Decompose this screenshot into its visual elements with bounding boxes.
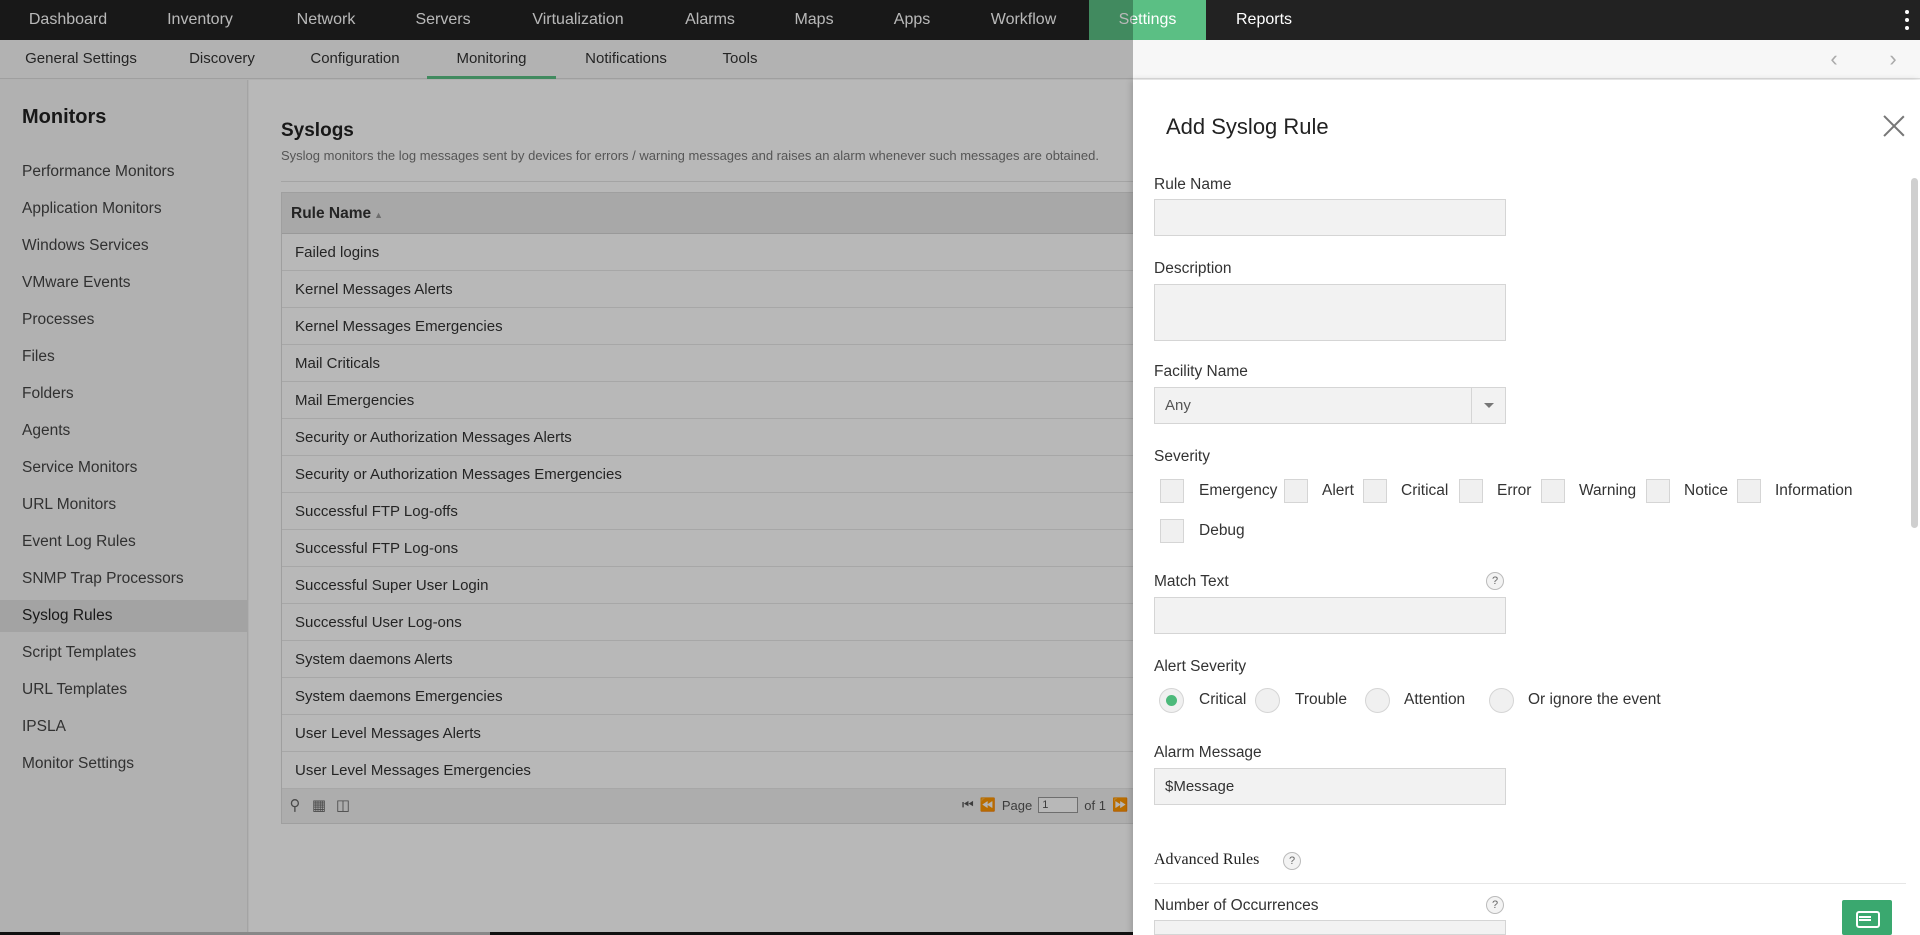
alert-severity-label: Alert Severity <box>1154 658 1247 675</box>
severity-emergency-label: Emergency <box>1199 482 1278 499</box>
facility-name-label: Facility Name <box>1154 363 1248 380</box>
alert-critical-label: Critical <box>1199 691 1247 708</box>
more-options-icon[interactable] <box>1904 10 1910 30</box>
severity-warning-checkbox[interactable] <box>1541 479 1565 503</box>
alert-attention-label: Attention <box>1404 691 1466 708</box>
modal-backdrop[interactable] <box>0 80 1133 935</box>
alarm-message-input[interactable]: $Message <box>1154 768 1506 805</box>
severity-information-label: Information <box>1775 482 1853 499</box>
severity-label: Severity <box>1154 448 1210 465</box>
severity-information-checkbox[interactable] <box>1737 479 1761 503</box>
severity-error-label: Error <box>1497 482 1532 499</box>
facility-name-value: Any <box>1165 397 1191 414</box>
rule-name-input[interactable] <box>1154 199 1506 236</box>
severity-debug-label: Debug <box>1199 522 1245 539</box>
severity-debug-checkbox[interactable] <box>1160 519 1184 543</box>
chevron-down-icon[interactable] <box>1471 388 1505 423</box>
severity-alert-label: Alert <box>1322 482 1354 499</box>
add-syslog-rule-panel: Add Syslog Rule Rule Name Description Fa… <box>1133 80 1920 935</box>
modal-backdrop-nav <box>0 0 1133 80</box>
alert-attention-radio[interactable] <box>1365 688 1390 713</box>
alert-ignore-radio[interactable] <box>1489 688 1514 713</box>
severity-critical-checkbox[interactable] <box>1363 479 1387 503</box>
severity-warning-label: Warning <box>1579 482 1637 499</box>
alert-critical-radio[interactable] <box>1159 688 1184 713</box>
rule-name-label: Rule Name <box>1154 176 1232 193</box>
alert-trouble-label: Trouble <box>1295 691 1347 708</box>
close-icon[interactable] <box>1882 114 1906 138</box>
alert-trouble-radio[interactable] <box>1255 688 1280 713</box>
severity-critical-label: Critical <box>1401 482 1449 499</box>
severity-emergency-checkbox[interactable] <box>1160 479 1184 503</box>
help-icon[interactable]: ? <box>1486 572 1504 590</box>
severity-notice-checkbox[interactable] <box>1646 479 1670 503</box>
facility-name-select[interactable]: Any <box>1154 387 1506 424</box>
severity-alert-checkbox[interactable] <box>1284 479 1308 503</box>
severity-error-checkbox[interactable] <box>1459 479 1483 503</box>
description-label: Description <box>1154 260 1232 277</box>
alarm-message-label: Alarm Message <box>1154 744 1262 761</box>
occurrences-label: Number of Occurrences <box>1154 897 1319 914</box>
chevron-right-icon[interactable]: › <box>1882 48 1904 70</box>
chevron-left-icon[interactable]: ‹ <box>1823 48 1845 70</box>
occurrences-input[interactable] <box>1154 920 1506 935</box>
panel-title: Add Syslog Rule <box>1166 114 1329 139</box>
scrollbar[interactable] <box>1911 178 1918 528</box>
nav-reports[interactable]: Reports <box>1206 0 1322 40</box>
match-text-label: Match Text <box>1154 573 1229 590</box>
advanced-rules-heading: Advanced Rules <box>1154 851 1260 868</box>
help-icon[interactable]: ? <box>1283 852 1301 870</box>
match-text-input[interactable] <box>1154 597 1506 634</box>
chat-icon[interactable] <box>1842 900 1892 935</box>
help-icon[interactable]: ? <box>1486 896 1504 914</box>
section-divider <box>1154 883 1906 884</box>
alert-ignore-label: Or ignore the event <box>1528 691 1661 708</box>
severity-notice-label: Notice <box>1684 482 1728 499</box>
description-textarea[interactable] <box>1154 284 1506 341</box>
